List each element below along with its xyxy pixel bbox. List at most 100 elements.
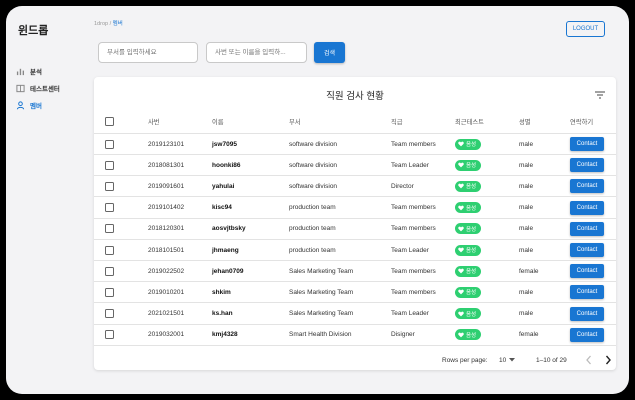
- logout-button[interactable]: LOGOUT: [566, 21, 605, 37]
- table-row[interactable]: 2019022502 jehan0709 Sales Marketing Team T…: [94, 261, 616, 283]
- table-row[interactable]: 2018101501 jhmaeng production team Team Lea…: [94, 240, 616, 261]
- rows-per-page-select[interactable]: 10: [499, 354, 516, 366]
- cell-department: software division: [289, 182, 338, 190]
- test-result-badge: 음성: [455, 180, 482, 192]
- test-result-badge: 음성: [455, 308, 482, 320]
- contact-button[interactable]: Contact: [570, 327, 604, 342]
- column-header-department[interactable]: 부서: [289, 110, 301, 133]
- column-header-rank[interactable]: 직급: [391, 110, 403, 133]
- select-all-checkbox[interactable]: [105, 117, 114, 126]
- column-header-recent-test[interactable]: 최근테스트: [455, 110, 484, 133]
- cell-id: 2018120301: [148, 225, 185, 233]
- cell-rank: Disigner: [391, 331, 415, 339]
- cell-gender: male: [519, 310, 534, 318]
- cell-rank: Director: [391, 182, 414, 190]
- test-result-label: 음성: [466, 269, 477, 276]
- heart-icon: [458, 289, 464, 295]
- name-search-input[interactable]: [206, 42, 307, 63]
- test-result-badge: 음성: [455, 244, 482, 256]
- table-row[interactable]: 2018081301 hoonki86 software division Team …: [94, 155, 616, 177]
- row-checkbox[interactable]: [105, 203, 114, 213]
- row-checkbox[interactable]: [105, 287, 114, 297]
- column-header-gender[interactable]: 성별: [519, 110, 531, 133]
- department-search-input[interactable]: [98, 42, 198, 63]
- cell-name: kmj4328: [212, 331, 238, 339]
- bar-chart-icon: [16, 68, 25, 75]
- cell-name: yahulai: [212, 182, 235, 190]
- cell-gender: male: [519, 161, 534, 169]
- contact-button[interactable]: Contact: [570, 221, 604, 236]
- test-result-label: 음성: [466, 163, 477, 170]
- breadcrumb-separator: /: [109, 21, 112, 27]
- row-checkbox[interactable]: [105, 309, 114, 319]
- heart-icon: [458, 183, 464, 189]
- table-row[interactable]: 2021021501 ks.han Sales Marketing Team Team…: [94, 304, 616, 325]
- contact-button[interactable]: Contact: [570, 158, 604, 173]
- heart-icon: [458, 162, 464, 168]
- row-checkbox[interactable]: [105, 224, 114, 234]
- table-row[interactable]: 2018120301 aosvjtbsky production team Team …: [94, 219, 616, 240]
- search-button[interactable]: 검색: [314, 42, 345, 63]
- row-checkbox[interactable]: [105, 181, 114, 191]
- contact-button[interactable]: Contact: [570, 306, 604, 321]
- cell-department: software division: [289, 140, 338, 148]
- cell-gender: male: [519, 225, 534, 233]
- table-row[interactable]: 2019101402 kisc94 production team Team memb…: [94, 198, 616, 219]
- contact-button[interactable]: Contact: [570, 243, 604, 257]
- sidebar-item-test-center[interactable]: 테스트센터: [16, 83, 60, 93]
- person-icon: [16, 100, 25, 109]
- row-checkbox[interactable]: [105, 330, 114, 340]
- cell-name: hoonki86: [212, 161, 241, 169]
- next-page-icon[interactable]: [605, 354, 611, 366]
- contact-button[interactable]: Contact: [570, 264, 604, 279]
- table-row[interactable]: 2019032001 kmj4328 Smart Health Division Di…: [94, 325, 616, 346]
- cell-id: 2021021501: [148, 310, 185, 318]
- table-row[interactable]: 2019123101 jsw7095 software division Team m…: [94, 134, 616, 155]
- test-result-badge: 음성: [455, 159, 482, 171]
- heart-icon: [458, 141, 464, 147]
- row-checkbox[interactable]: [105, 160, 114, 170]
- column-header-id[interactable]: 사번: [148, 110, 160, 133]
- sidebar-item-label: 멤버: [30, 103, 42, 110]
- contact-button[interactable]: Contact: [570, 179, 604, 194]
- table-row[interactable]: 2019091601 yahulai software division Direct…: [94, 176, 616, 198]
- contact-button[interactable]: Contact: [570, 200, 604, 215]
- test-result-label: 음성: [466, 142, 477, 148]
- cell-id: 2019123101: [148, 140, 185, 148]
- column-header-contact: 연락하기: [570, 119, 594, 126]
- table-row[interactable]: 2019010201 shkim Sales Marketing Team Team …: [94, 282, 616, 304]
- test-result-label: 음성: [466, 311, 477, 318]
- sidebar: 윈드롭 분석 테스트센터 멤버: [6, 6, 86, 394]
- test-result-badge: 음성: [455, 138, 482, 150]
- heart-icon: [458, 205, 464, 210]
- cell-id: 2019022502: [148, 267, 185, 275]
- column-header-name[interactable]: 이름: [212, 110, 224, 133]
- cell-name: kisc94: [212, 204, 232, 212]
- rows-per-page-label: Rows per page:: [442, 356, 488, 364]
- cell-gender: male: [519, 288, 534, 296]
- filter-icon[interactable]: [595, 91, 605, 99]
- cell-department: Sales Marketing Team: [289, 288, 354, 296]
- contact-button[interactable]: Contact: [570, 137, 604, 151]
- app-title: 윈드롭: [18, 25, 49, 37]
- row-checkbox[interactable]: [105, 245, 114, 255]
- sidebar-item-members[interactable]: 멤버: [16, 100, 42, 110]
- test-result-label: 음성: [466, 248, 477, 254]
- sidebar-item-label: 테스트센터: [30, 86, 60, 93]
- heart-icon: [458, 311, 464, 316]
- row-checkbox[interactable]: [105, 139, 114, 149]
- row-checkbox[interactable]: [105, 266, 114, 276]
- contact-button[interactable]: Contact: [570, 285, 604, 300]
- cell-department: Sales Marketing Team: [289, 310, 354, 318]
- previous-page-icon[interactable]: [586, 354, 592, 366]
- table-title: 직원 검사 현황: [326, 91, 384, 102]
- sidebar-item-analysis[interactable]: 분석: [16, 66, 42, 76]
- cell-department: production team: [289, 246, 336, 254]
- breadcrumb-root[interactable]: 1drop: [94, 21, 108, 27]
- cell-name: jsw7095: [212, 140, 237, 148]
- cell-id: 2019091601: [148, 182, 185, 190]
- cell-gender: female: [519, 267, 539, 275]
- cell-name: jehan0709: [212, 267, 244, 275]
- employee-table-card: 직원 검사 현황 사번 이름 부서 직급 최근테스트 성별 연락하기 20191…: [94, 77, 616, 370]
- app-window: 윈드롭 분석 테스트센터 멤버 1drop / 멤버 LOGOUT 검색 직원 …: [6, 6, 629, 394]
